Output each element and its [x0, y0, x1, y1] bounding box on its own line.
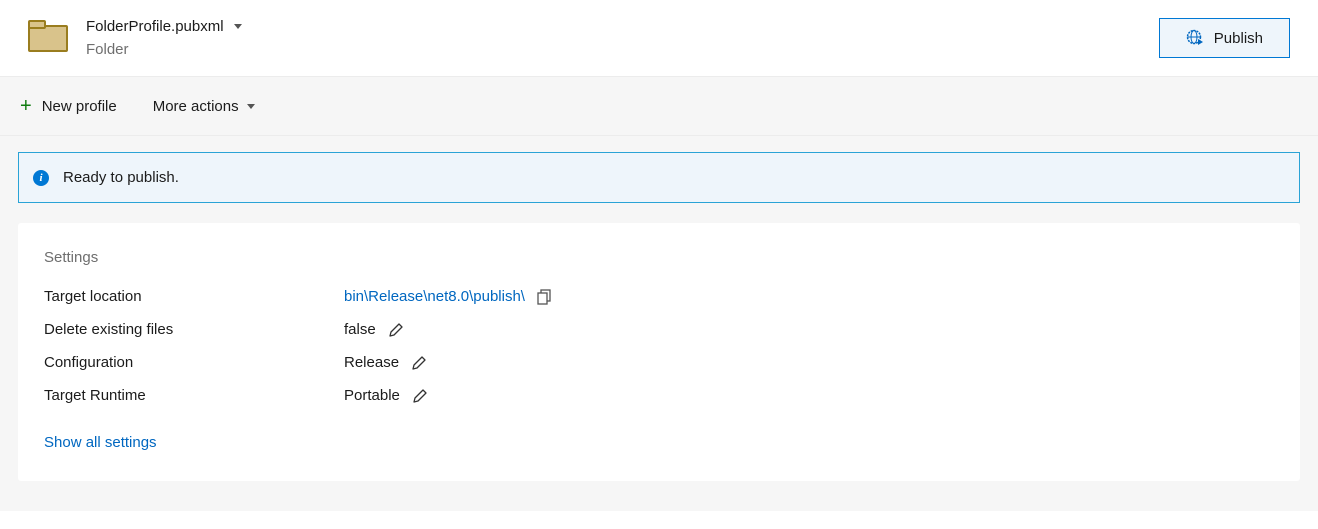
target-location-value-row: bin\Release\net8.0\publish\ [344, 288, 1274, 305]
target-runtime-value: Portable [344, 387, 400, 404]
settings-grid: Target location bin\Release\net8.0\publi… [44, 288, 1274, 404]
target-runtime-value-row: Portable [344, 387, 1274, 404]
status-message: Ready to publish. [63, 169, 179, 186]
publish-content: i Ready to publish. Settings Target loca… [0, 136, 1318, 511]
target-runtime-label: Target Runtime [44, 387, 344, 404]
plus-icon: + [20, 96, 32, 116]
edit-icon[interactable] [411, 355, 427, 371]
settings-section-title: Settings [44, 249, 1274, 266]
chevron-down-icon [234, 24, 242, 29]
publish-button[interactable]: Publish [1159, 18, 1290, 58]
profile-subtitle: Folder [86, 41, 242, 58]
delete-existing-value-row: false [344, 321, 1274, 338]
chevron-down-icon [247, 104, 255, 109]
more-actions-dropdown[interactable]: More actions [153, 98, 255, 115]
delete-existing-value: false [344, 321, 376, 338]
configuration-label: Configuration [44, 354, 344, 371]
edit-icon[interactable] [388, 322, 404, 338]
publish-toolbar: + New profile More actions [0, 76, 1318, 136]
info-icon: i [33, 170, 49, 186]
folder-icon [28, 20, 68, 52]
profile-name: FolderProfile.pubxml [86, 18, 224, 35]
edit-icon[interactable] [412, 388, 428, 404]
copy-icon[interactable] [537, 289, 553, 305]
configuration-value: Release [344, 354, 399, 371]
publish-button-label: Publish [1214, 30, 1263, 47]
globe-publish-icon [1186, 29, 1204, 47]
profile-block: FolderProfile.pubxml Folder [86, 18, 242, 58]
header-left: FolderProfile.pubxml Folder [28, 18, 242, 58]
profile-selector[interactable]: FolderProfile.pubxml [86, 18, 242, 35]
new-profile-label: New profile [42, 98, 117, 115]
show-all-settings-link[interactable]: Show all settings [44, 434, 157, 451]
status-banner: i Ready to publish. [18, 152, 1300, 203]
new-profile-button[interactable]: + New profile [20, 96, 117, 116]
delete-existing-label: Delete existing files [44, 321, 344, 338]
more-actions-label: More actions [153, 98, 239, 115]
configuration-value-row: Release [344, 354, 1274, 371]
publish-header: FolderProfile.pubxml Folder Publish [0, 0, 1318, 76]
settings-card: Settings Target location bin\Release\net… [18, 223, 1300, 481]
target-location-label: Target location [44, 288, 344, 305]
target-location-link[interactable]: bin\Release\net8.0\publish\ [344, 288, 525, 305]
